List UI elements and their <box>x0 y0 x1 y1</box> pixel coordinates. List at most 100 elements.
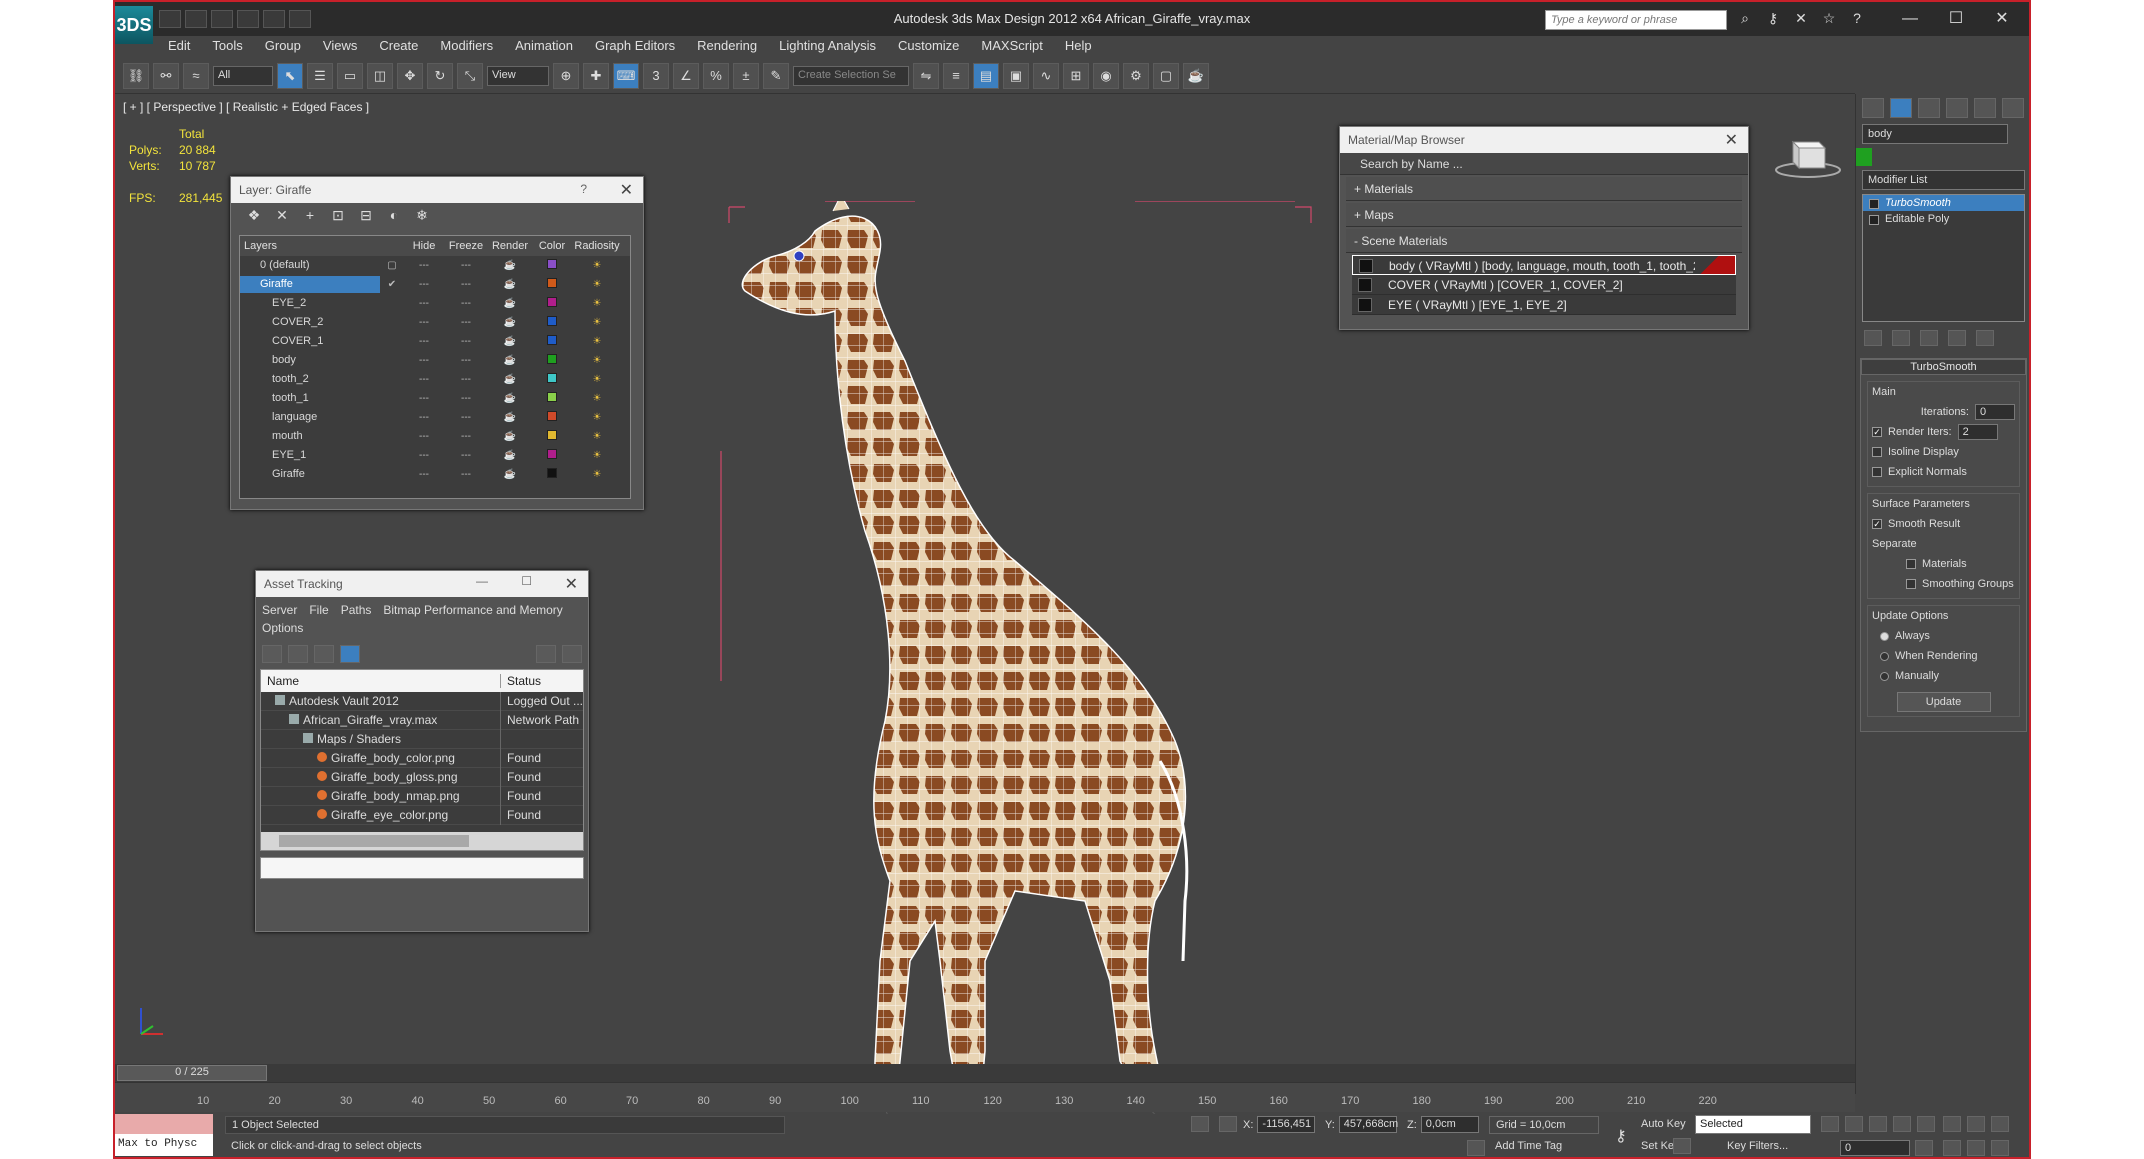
field-of-view-icon[interactable] <box>1943 1140 1961 1156</box>
previous-frame-icon[interactable] <box>1845 1116 1863 1132</box>
layer-add-selection-icon[interactable]: + <box>299 207 321 227</box>
layer-freeze-icon[interactable]: --- <box>444 298 488 309</box>
layer-row[interactable]: 0 (default) ▢ --- --- ☕ ☀ <box>240 256 630 275</box>
select-by-name-icon[interactable]: ☰ <box>307 62 333 89</box>
asset-horizontal-scrollbar[interactable] <box>261 832 583 850</box>
material-panel-title-bar[interactable]: Material/Map Browser ✕ <box>1340 127 1748 153</box>
layer-hide-icon[interactable]: --- <box>404 260 444 271</box>
stack-item-turbosmooth[interactable]: TurboSmooth <box>1863 195 2024 211</box>
object-color-swatch[interactable] <box>1856 148 1872 166</box>
maxscript-mini-listener[interactable]: Max to Physc <box>115 1134 213 1156</box>
layer-manager-icon[interactable]: ▤ <box>973 62 999 89</box>
material-section-materials[interactable]: + Materials <box>1346 177 1742 201</box>
track-bar[interactable]: 10 20 30 40 50 60 70 80 90 100 110 120 130 140 150 160 1… <box>115 1082 1855 1112</box>
layer-freeze-icon[interactable]: --- <box>444 336 488 347</box>
layer-radiosity-icon[interactable]: ☀ <box>572 393 622 404</box>
time-slider-bar[interactable]: 0 / 225 <box>115 1064 1855 1082</box>
asset-row[interactable]: Giraffe_body_gloss.png Found <box>261 767 583 787</box>
link-icon[interactable]: ⛓ <box>123 62 149 89</box>
layer-radiosity-icon[interactable]: ☀ <box>572 317 622 328</box>
layer-hide-icon[interactable]: --- <box>404 450 444 461</box>
col-hide[interactable]: Hide <box>404 240 444 252</box>
material-section-maps[interactable]: + Maps <box>1346 203 1742 227</box>
add-time-tag[interactable]: Add Time Tag <box>1489 1138 1568 1154</box>
object-name-input[interactable]: body <box>1862 124 2008 144</box>
menu-maxscript[interactable]: MAXScript <box>970 36 1053 56</box>
material-item-eye[interactable]: EYE ( VRayMtl ) [EYE_1, EYE_2] <box>1352 295 1736 315</box>
layer-current-icon[interactable]: ✔ <box>380 279 404 290</box>
pin-stack-icon[interactable] <box>1864 330 1882 346</box>
spinner-snap-icon[interactable]: ± <box>733 62 759 89</box>
keyboard-shortcut-icon[interactable]: ⌨ <box>613 62 639 89</box>
layer-radiosity-icon[interactable]: ☀ <box>572 374 622 385</box>
always-radio[interactable] <box>1880 631 1889 641</box>
layer-hide-icon[interactable]: --- <box>404 336 444 347</box>
layer-render-icon[interactable]: ☕ <box>488 393 532 404</box>
help-search-input[interactable]: Type a keyword or phrase <box>1545 10 1727 30</box>
layer-row[interactable]: EYE_2 --- --- ☕ ☀ <box>240 294 630 313</box>
layer-radiosity-icon[interactable]: ☀ <box>572 412 622 423</box>
select-object-icon[interactable]: ⬉ <box>277 62 303 89</box>
asset-menu-bitmap[interactable]: Bitmap Performance and Memory <box>383 601 562 619</box>
menu-group[interactable]: Group <box>254 36 312 56</box>
layer-name[interactable]: mouth <box>240 428 380 445</box>
layer-color-swatch[interactable] <box>547 392 557 402</box>
graphite-tools-icon[interactable]: ▣ <box>1003 62 1029 89</box>
layer-render-icon[interactable]: ☕ <box>488 298 532 309</box>
asset-row[interactable]: Giraffe_eye_color.png Found <box>261 805 583 825</box>
asset-menu-file[interactable]: File <box>309 601 328 619</box>
current-frame-input[interactable]: 0 <box>1840 1140 1910 1156</box>
layer-freeze-icon[interactable]: --- <box>444 355 488 366</box>
make-unique-icon[interactable] <box>1920 330 1938 346</box>
display-tab-icon[interactable] <box>1974 98 1996 118</box>
maximize-icon[interactable]: ☐ <box>1933 6 1979 32</box>
layer-name[interactable]: tooth_1 <box>240 390 380 407</box>
zoom-all-icon[interactable] <box>1967 1116 1985 1132</box>
when-rendering-radio[interactable] <box>1880 651 1889 661</box>
next-frame-icon[interactable] <box>1893 1116 1911 1132</box>
layer-color-swatch[interactable] <box>547 297 557 307</box>
asset-maximize-icon[interactable]: ☐ <box>521 574 532 588</box>
schematic-view-icon[interactable]: ⊞ <box>1063 62 1089 89</box>
menu-graph-editors[interactable]: Graph Editors <box>584 36 686 56</box>
asset-menu-options[interactable]: Options <box>262 619 303 637</box>
material-search-input[interactable]: Search by Name ... <box>1340 153 1748 175</box>
layer-freeze-all-icon[interactable]: ❄ <box>411 207 433 227</box>
layer-color-swatch[interactable] <box>547 430 557 440</box>
z-coordinate-input[interactable]: 0,0cm <box>1420 1116 1479 1133</box>
remove-modifier-icon[interactable] <box>1948 330 1966 346</box>
create-tab-icon[interactable] <box>1862 98 1884 118</box>
layer-panel-close-icon[interactable]: ✕ <box>620 180 633 200</box>
materials-checkbox[interactable] <box>1906 559 1916 569</box>
explicit-normals-checkbox[interactable] <box>1872 467 1882 477</box>
layer-row[interactable]: tooth_2 --- --- ☕ ☀ <box>240 370 630 389</box>
layer-row[interactable]: EYE_1 --- --- ☕ ☀ <box>240 446 630 465</box>
configure-sets-icon[interactable] <box>1976 330 1994 346</box>
asset-panel-close-icon[interactable]: ✕ <box>565 574 578 594</box>
show-end-result-icon[interactable] <box>1892 330 1910 346</box>
isoline-checkbox[interactable] <box>1872 447 1882 457</box>
time-slider[interactable]: 0 / 225 <box>117 1065 267 1081</box>
y-coordinate-input[interactable]: 457,668cm <box>1338 1116 1398 1133</box>
rect-selection-icon[interactable]: ▭ <box>337 62 363 89</box>
window-crossing-icon[interactable]: ◫ <box>367 62 393 89</box>
layer-radiosity-icon[interactable]: ☀ <box>572 298 622 309</box>
manually-radio[interactable] <box>1880 671 1889 681</box>
stack-item-editable-poly[interactable]: Editable Poly <box>1863 211 2024 227</box>
layer-name[interactable]: 0 (default) <box>240 257 380 274</box>
material-editor-icon[interactable]: ◉ <box>1093 62 1119 89</box>
maxscript-listener-output[interactable] <box>115 1114 213 1134</box>
key-filters-button[interactable]: Key Filters... <box>1727 1140 1788 1152</box>
asset-help-icon[interactable] <box>562 645 582 663</box>
lock-selection-icon[interactable] <box>1191 1116 1209 1132</box>
layer-freeze-icon[interactable]: --- <box>444 412 488 423</box>
layer-hide-icon[interactable]: --- <box>404 431 444 442</box>
turbosmooth-title[interactable]: TurboSmooth <box>1861 359 2026 375</box>
asset-path-input[interactable] <box>260 857 584 879</box>
auto-key-button[interactable]: Auto Key <box>1641 1118 1686 1130</box>
layer-color-swatch[interactable] <box>547 449 557 459</box>
layer-current-icon[interactable]: ▢ <box>380 260 404 271</box>
layer-name[interactable]: tooth_2 <box>240 371 380 388</box>
layer-row[interactable]: language --- --- ☕ ☀ <box>240 408 630 427</box>
orbit-icon[interactable] <box>1991 1140 2009 1156</box>
